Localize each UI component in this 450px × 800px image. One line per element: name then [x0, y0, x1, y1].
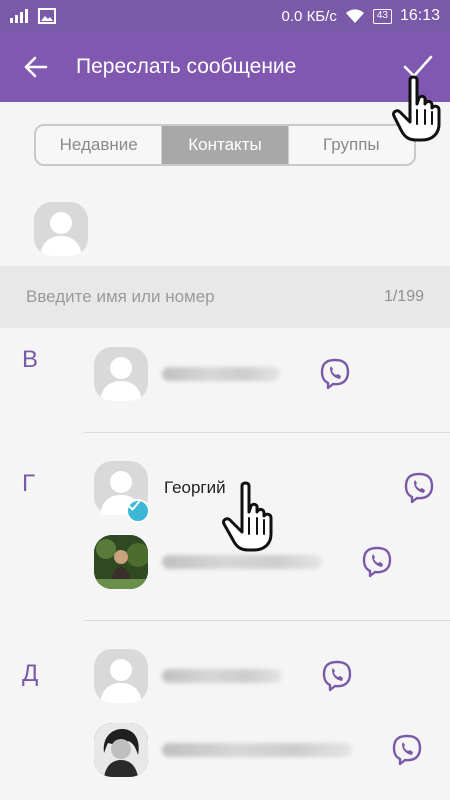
selected-contact-avatar[interactable]	[34, 202, 88, 256]
section-letter-d: Д	[22, 660, 39, 687]
contact-photo-avatar	[94, 723, 148, 777]
tab-contacts[interactable]: Контакты	[162, 126, 289, 164]
contact-photo	[94, 723, 148, 777]
contact-row[interactable]	[94, 718, 450, 782]
check-icon	[128, 501, 140, 511]
network-speed: 0.0 КБ/с	[281, 7, 337, 25]
section-divider	[84, 432, 450, 433]
contact-avatar	[94, 461, 150, 523]
viber-icon	[392, 734, 422, 766]
back-button[interactable]	[0, 32, 72, 102]
redacted-contact-name	[162, 669, 282, 683]
battery-indicator: 43	[372, 8, 392, 24]
viber-call-button[interactable]	[388, 456, 450, 520]
redacted-contact-name	[162, 743, 352, 757]
search-input[interactable]	[26, 287, 384, 307]
person-placeholder-icon	[100, 659, 142, 703]
selected-check-badge	[126, 499, 150, 523]
tab-recent[interactable]: Недавние	[36, 126, 163, 164]
search-bar: 1/199	[0, 266, 450, 328]
section-letter-v: В	[22, 346, 39, 373]
app-bar: Переслать сообщение	[0, 32, 450, 102]
viber-call-button[interactable]	[376, 718, 438, 782]
page-title: Переслать сообщение	[76, 55, 297, 78]
arrow-left-icon	[24, 56, 48, 78]
contact-row[interactable]	[94, 342, 450, 406]
person-placeholder-icon	[40, 212, 82, 256]
contact-photo-avatar	[94, 535, 148, 589]
viber-icon	[404, 472, 434, 504]
viber-call-button[interactable]	[306, 644, 368, 708]
viber-icon	[322, 660, 352, 692]
person-placeholder-icon	[100, 357, 142, 401]
section-divider	[84, 620, 450, 621]
redacted-contact-name	[162, 555, 322, 569]
contact-row[interactable]	[94, 644, 450, 708]
signal-icon	[10, 9, 28, 23]
forward-message-screen: 0.0 КБ/с 43 16:13 Переслать сообщение Не…	[0, 0, 450, 800]
wifi-icon	[345, 9, 364, 23]
viber-call-button[interactable]	[304, 342, 366, 406]
selected-contacts-row	[0, 180, 450, 264]
hand-pointer-icon	[392, 75, 441, 142]
viber-icon	[320, 358, 350, 390]
hand-pointer-icon	[222, 481, 273, 552]
viber-icon	[362, 546, 392, 578]
contact-avatar	[94, 649, 148, 703]
contact-avatar	[94, 347, 148, 401]
image-notification-icon	[38, 8, 56, 24]
tab-bar: Недавние Контакты Группы	[34, 124, 416, 166]
contact-photo	[94, 535, 148, 589]
viber-call-button[interactable]	[346, 530, 408, 594]
section-letter-g: Г	[22, 470, 35, 497]
selection-count: 1/199	[383, 288, 424, 305]
status-bar: 0.0 КБ/с 43 16:13	[0, 0, 450, 32]
clock: 16:13	[399, 7, 440, 24]
redacted-contact-name	[162, 367, 280, 381]
